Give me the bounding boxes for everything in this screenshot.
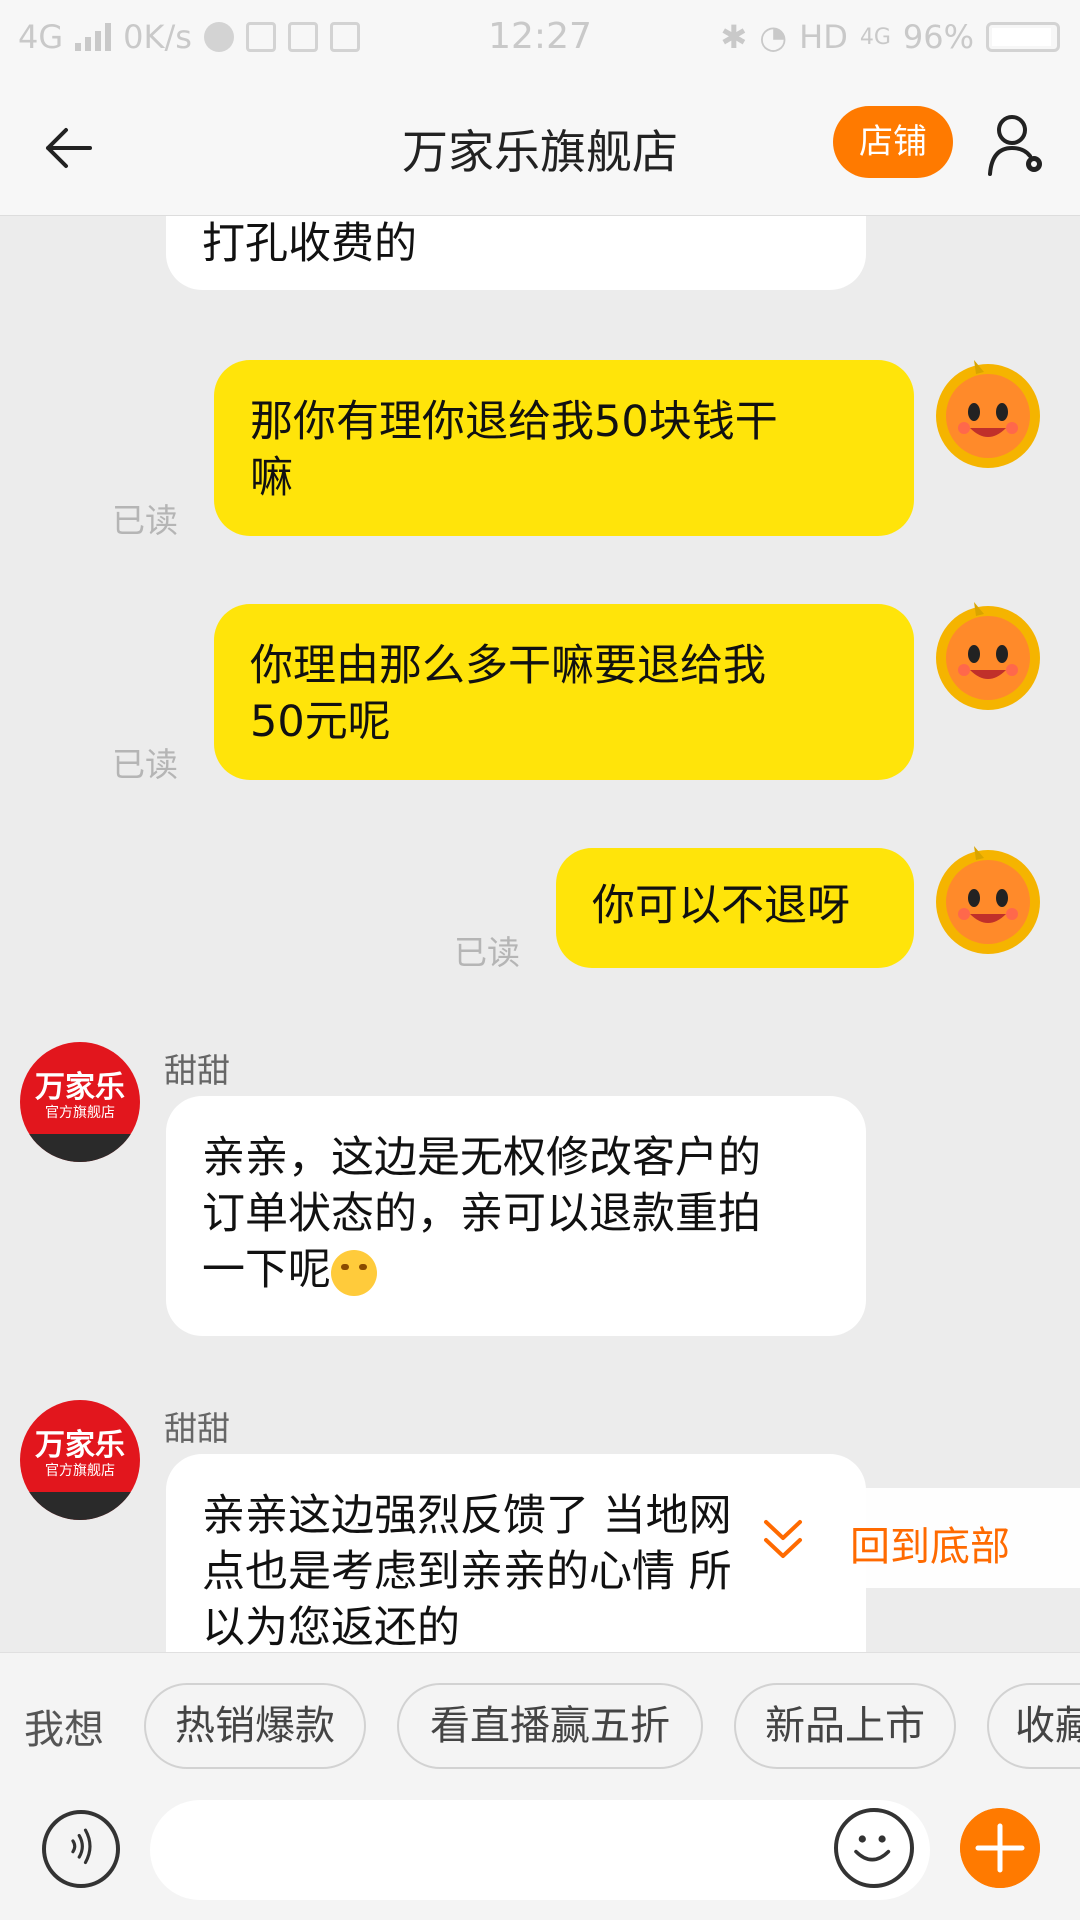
shop-button[interactable]: 店铺 (833, 106, 953, 178)
back-to-bottom-label: 回到底部 (850, 1524, 1010, 1570)
user-settings-icon[interactable] (986, 112, 1048, 178)
shop-avatar[interactable]: 万家乐 官方旗舰店 (20, 1042, 140, 1162)
shop-avatar-base (20, 1134, 140, 1162)
status-right: ✱ ◔ HD 4G 96% (720, 18, 1060, 56)
message-bubble[interactable]: 亲亲，这边是无权修改客户的 订单状态的，亲可以退款重拍 一下呢 (166, 1096, 866, 1336)
shop-avatar[interactable]: 万家乐 官方旗舰店 (20, 1400, 140, 1520)
quick-phrase-chip[interactable]: 看直播赢五折 (397, 1683, 703, 1769)
voice-input-icon[interactable] (42, 1810, 120, 1888)
message-text-line: 50元呢 (250, 697, 391, 747)
message-text-line: 亲亲，这边是无权修改客户的 (202, 1133, 761, 1183)
battery-icon (986, 22, 1060, 52)
quick-phrases-bar: 我想 热销爆款 看直播赢五折 新品上市 收藏 (0, 1652, 1080, 1796)
shop-avatar-subtitle: 官方旗舰店 (45, 1463, 115, 1479)
shop-avatar-subtitle: 官方旗舰店 (45, 1105, 115, 1121)
message-text-line: 一下呢 (202, 1245, 331, 1295)
sender-name: 甜甜 (164, 1409, 230, 1448)
message-text-line: 亲亲这边强烈反馈了 当地网 (202, 1491, 732, 1541)
message-text-line: 嘛 (250, 453, 293, 503)
message-text-line: 一下呢 (202, 1242, 830, 1298)
quick-phrase-chip[interactable]: 收藏 (987, 1683, 1080, 1769)
my-avatar[interactable] (930, 596, 1046, 712)
quick-phrase-chip[interactable]: 热销爆款 (144, 1683, 366, 1769)
shop-avatar-brand: 万家乐 (35, 1070, 125, 1105)
message-bubble[interactable]: 你可以不退呀 (556, 848, 914, 968)
input-bar (0, 1796, 1080, 1920)
message-bubble[interactable]: 你理由那么多干嘛要退给我 50元呢 (214, 604, 914, 780)
back-to-bottom-button[interactable]: 回到底部 (740, 1488, 1080, 1588)
shop-avatar-base (20, 1492, 140, 1520)
message-bubble[interactable]: 打孔收费的 (166, 216, 866, 290)
message-input[interactable] (150, 1800, 930, 1900)
my-avatar[interactable] (930, 354, 1046, 470)
alarm-icon: ◔ (759, 18, 788, 56)
message-text-line: 你可以不退呀 (592, 881, 850, 931)
quick-phrase-chip[interactable]: 新品上市 (734, 1683, 956, 1769)
hd-indicator: HD (799, 18, 848, 56)
read-receipt: 已读 (112, 745, 178, 784)
quick-phrases-label: 我想 (24, 1707, 104, 1753)
bluetooth-icon: ✱ (720, 18, 748, 56)
my-avatar[interactable] (930, 840, 1046, 956)
shop-avatar-brand: 万家乐 (35, 1428, 125, 1463)
sender-name: 甜甜 (164, 1051, 230, 1090)
message-text-line: 以为您返还的 (202, 1603, 460, 1652)
more-options-plus-icon[interactable] (960, 1808, 1040, 1888)
emoji-picker-icon[interactable] (834, 1808, 914, 1888)
status-bar: 4G 0K/s 12:27 ✱ ◔ HD 4G 96% (0, 0, 1080, 76)
chat-area[interactable]: 打孔收费的 已读 那你有理你退给我50块钱干 嘛 已读 你理由那么多干嘛要退给我… (0, 216, 1080, 1652)
message-text: 打孔收费的 (202, 219, 417, 269)
message-bubble[interactable]: 那你有理你退给我50块钱干 嘛 (214, 360, 914, 536)
message-text-line: 点也是考虑到亲亲的心情 所 (202, 1547, 732, 1597)
message-text-line: 订单状态的，亲可以退款重拍 (202, 1189, 761, 1239)
message-text-line: 那你有理你退给我50块钱干 (250, 397, 778, 447)
read-receipt: 已读 (454, 933, 520, 972)
message-text-line: 你理由那么多干嘛要退给我 (250, 641, 766, 691)
read-receipt: 已读 (112, 501, 178, 540)
battery-percent: 96% (902, 18, 974, 56)
double-chevron-down-icon (764, 1520, 802, 1558)
chat-header: 万家乐旗舰店 店铺 (0, 76, 1080, 216)
network-type-right: 4G (859, 24, 891, 50)
shy-face-emoji-icon (331, 1249, 377, 1296)
